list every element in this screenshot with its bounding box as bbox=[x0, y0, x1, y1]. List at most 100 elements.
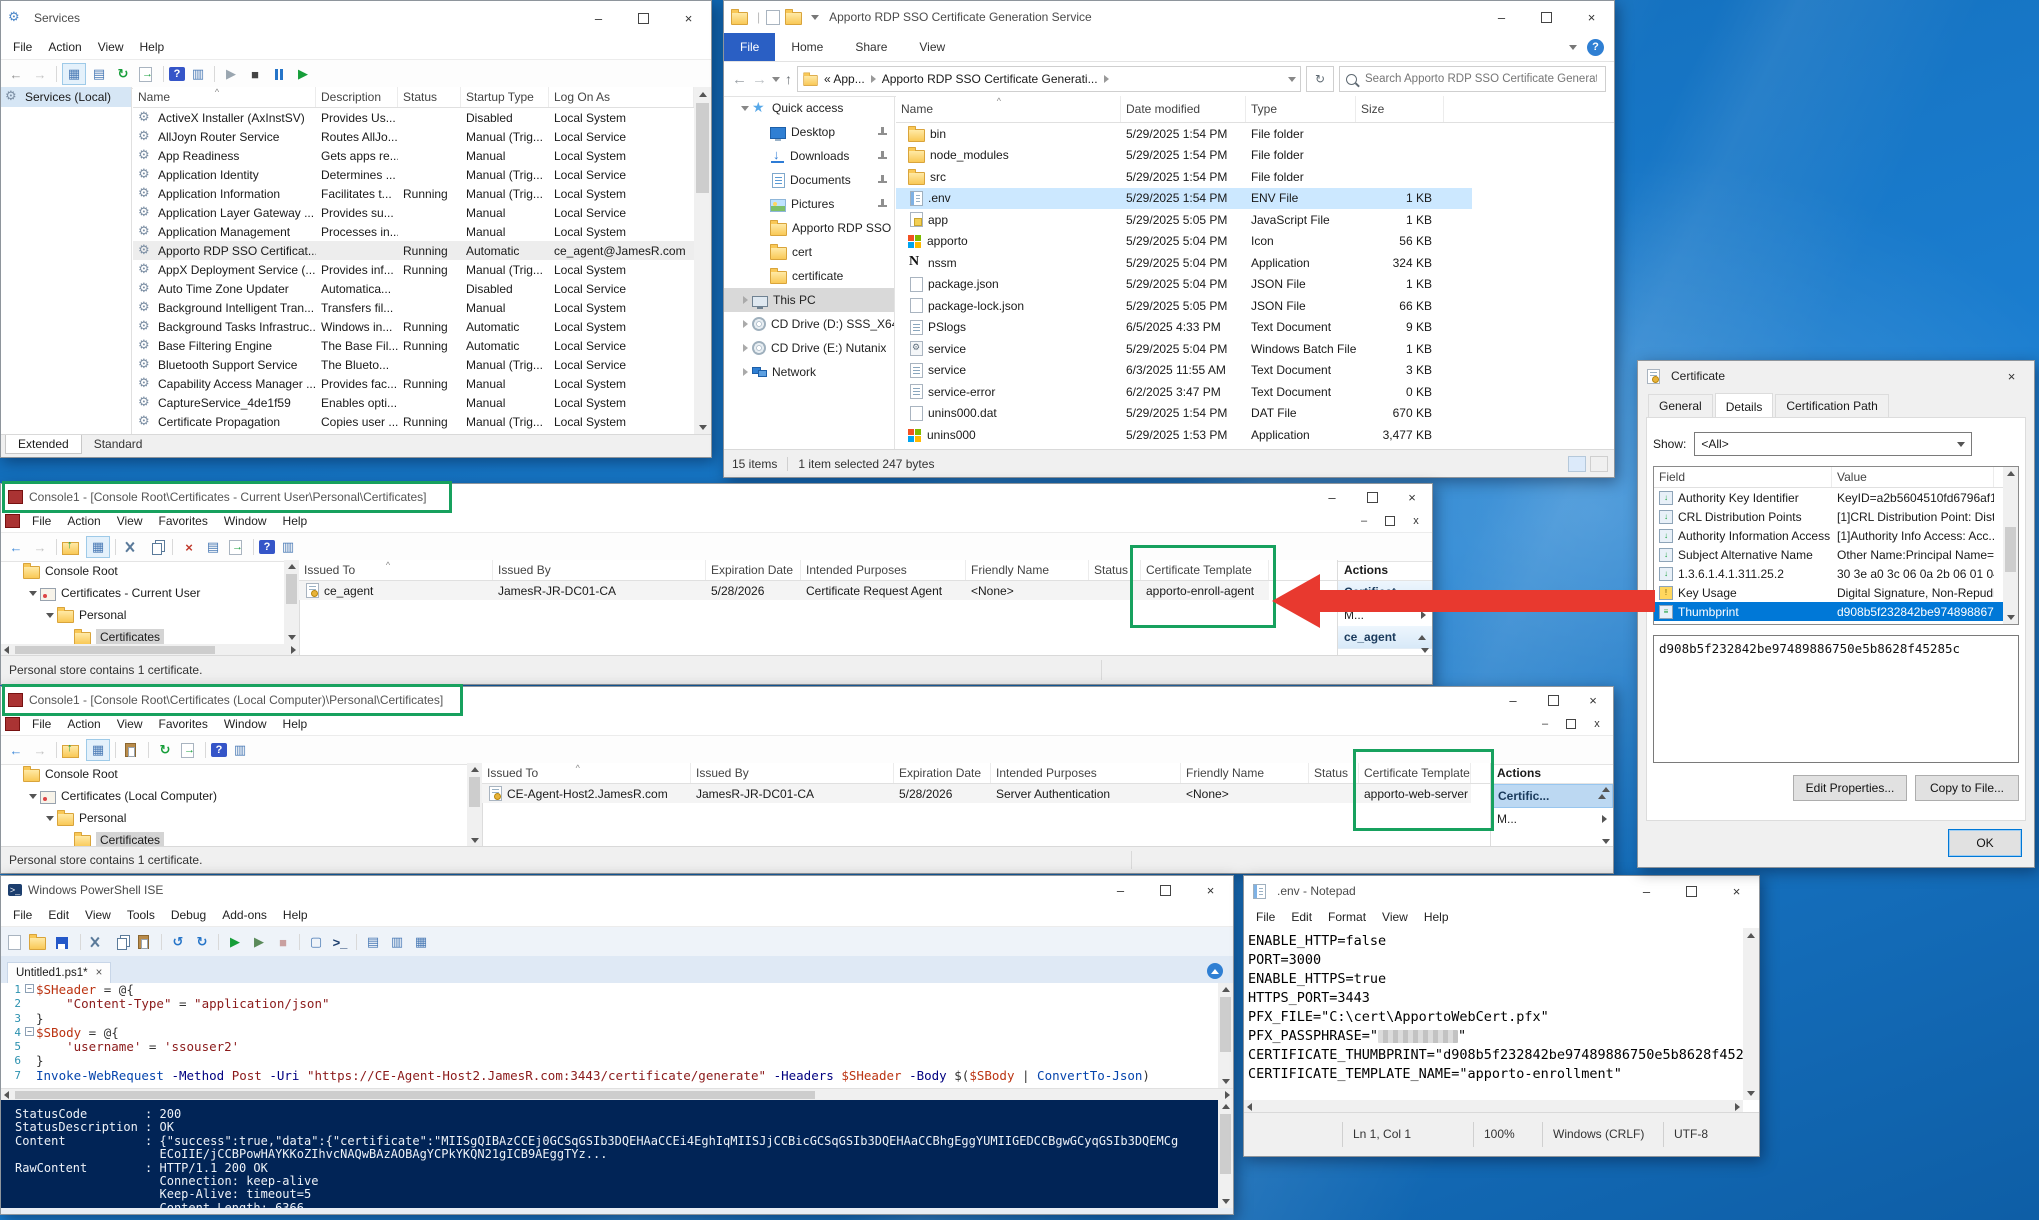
maximize-button[interactable] bbox=[1143, 876, 1188, 904]
ribbon-tab-share[interactable]: Share bbox=[839, 33, 903, 61]
field-row[interactable]: ↓Subject Alternative NameOther Name:Prin… bbox=[1654, 545, 2018, 564]
column-header-type[interactable]: Type bbox=[1246, 96, 1356, 122]
tab-close-icon[interactable]: × bbox=[96, 967, 103, 979]
tree-item-certificates-local-computer-[interactable]: Certificates (Local Computer) bbox=[1, 785, 482, 807]
menu-item-file[interactable]: File bbox=[5, 37, 40, 57]
menu-item-favorites[interactable]: Favorites bbox=[151, 714, 216, 734]
tree-item-console-root[interactable]: Console Root bbox=[1, 763, 482, 785]
search-input[interactable] bbox=[1363, 72, 1599, 86]
sidebar-item-desktop[interactable]: Desktop bbox=[724, 120, 894, 144]
tab-untitled1[interactable]: Untitled1.ps1* × bbox=[7, 962, 111, 983]
field-row[interactable]: !Key UsageDigital Signature, Non-Repudia… bbox=[1654, 583, 2018, 602]
mmc-user-tree-scrollbar[interactable] bbox=[284, 560, 299, 644]
tree-item-certificates-current-user[interactable]: Certificates - Current User bbox=[1, 582, 299, 604]
column-header-size[interactable]: Size bbox=[1356, 96, 1444, 122]
ise-console-scrollbar[interactable] bbox=[1218, 1100, 1233, 1208]
table-row[interactable]: Background Tasks Infrastruc...Windows in… bbox=[133, 317, 694, 336]
file-row[interactable]: apporto5/29/2025 5:04 PMIcon56 KB bbox=[896, 231, 1472, 253]
fold-marker-icon[interactable] bbox=[25, 983, 36, 997]
file-row[interactable]: node_modules5/29/2025 1:54 PMFile folder bbox=[896, 145, 1472, 167]
column-header-name[interactable]: Name^ bbox=[133, 87, 316, 107]
tree-item-personal[interactable]: Personal bbox=[1, 604, 299, 626]
file-row[interactable]: service6/3/2025 11:55 AMText Document3 K… bbox=[896, 360, 1472, 382]
column-header-intended-purposes[interactable]: Intended Purposes bbox=[991, 763, 1181, 783]
minimize-button[interactable]: – bbox=[1098, 876, 1143, 904]
thumbprint-textbox[interactable]: d908b5f232842be97489886750e5b8628f45285c bbox=[1653, 635, 2019, 763]
notepad-titlebar[interactable]: .env - Notepad – × bbox=[1244, 876, 1759, 906]
action-m-[interactable]: M... bbox=[1491, 808, 1613, 830]
menu-item-action[interactable]: Action bbox=[59, 511, 108, 531]
maximize-button[interactable] bbox=[1352, 484, 1392, 510]
file-row[interactable]: service5/29/2025 5:04 PMWindows Batch Fi… bbox=[896, 338, 1472, 360]
save-script-icon[interactable] bbox=[53, 932, 75, 952]
mdi-close-button[interactable]: x bbox=[1585, 715, 1609, 733]
up-one-level-icon[interactable] bbox=[62, 740, 84, 760]
column-header-certificate-template[interactable]: Certificate Template bbox=[1359, 763, 1471, 783]
mdi-close-button[interactable]: x bbox=[1404, 512, 1428, 530]
properties-icon[interactable]: ▤ bbox=[202, 537, 224, 557]
column-header-description[interactable]: Description bbox=[316, 87, 398, 107]
services-scope-item[interactable]: Services (Local) bbox=[1, 87, 131, 107]
new-script-icon[interactable] bbox=[5, 932, 27, 952]
column-header-intended-purposes[interactable]: Intended Purposes bbox=[801, 560, 966, 580]
field-row[interactable]: ↓Authority Key IdentifierKeyID=a2b560451… bbox=[1654, 488, 2018, 507]
actions-scroll-up-icon[interactable] bbox=[1602, 787, 1610, 792]
column-header-issued-by[interactable]: Issued By bbox=[691, 763, 894, 783]
mdi-restore-button[interactable] bbox=[1559, 715, 1583, 733]
console-tree-icon[interactable]: ▦ bbox=[62, 63, 86, 85]
menu-item-view[interactable]: View bbox=[1374, 907, 1416, 927]
services-scrollbar[interactable] bbox=[694, 87, 711, 435]
quick-access-check-icon[interactable] bbox=[766, 10, 780, 25]
thumbnail-view-icon[interactable] bbox=[1590, 456, 1608, 472]
minimize-button[interactable]: – bbox=[1479, 1, 1524, 33]
table-row[interactable]: Auto Time Zone UpdaterAutomatica...Disab… bbox=[133, 279, 694, 298]
notepad-scrollbar[interactable] bbox=[1743, 928, 1759, 1100]
search-box[interactable] bbox=[1339, 66, 1606, 92]
notepad-text-area[interactable]: ENABLE_HTTP=falsePORT=3000ENABLE_HTTPS=t… bbox=[1244, 928, 1743, 1104]
table-row[interactable]: Capability Access Manager ...Provides fa… bbox=[133, 374, 694, 393]
edit-properties-button[interactable]: Edit Properties... bbox=[1793, 775, 1907, 801]
help-icon[interactable]: ? bbox=[1587, 39, 1604, 56]
forward-icon[interactable]: → bbox=[29, 537, 51, 557]
details-view-icon[interactable] bbox=[1568, 456, 1586, 472]
tab-certification-path[interactable]: Certification Path bbox=[1775, 394, 1888, 417]
close-button[interactable]: × bbox=[1989, 361, 2034, 391]
file-row[interactable]: package.json5/29/2025 5:04 PMJSON File1 … bbox=[896, 274, 1472, 296]
start-service-icon[interactable]: ▶ bbox=[220, 64, 242, 84]
file-row[interactable]: PSlogs6/5/2025 4:33 PMText Document9 KB bbox=[896, 317, 1472, 339]
script-pane-top-icon[interactable]: ▤ bbox=[362, 932, 384, 952]
field-row[interactable]: ↓1.3.6.1.4.1.311.25.230 3e a0 3c 06 0a 2… bbox=[1654, 564, 2018, 583]
show-dropdown[interactable]: <All> bbox=[1694, 432, 1972, 456]
restart-service-icon[interactable]: ▶ bbox=[292, 64, 314, 84]
field-row[interactable]: ↓Authority Information Access[1]Authorit… bbox=[1654, 526, 2018, 545]
menu-item-help[interactable]: Help bbox=[275, 511, 316, 531]
ribbon-collapse-icon[interactable] bbox=[1569, 45, 1577, 50]
refresh-icon[interactable]: ↻ bbox=[112, 64, 134, 84]
run-script-icon[interactable]: ▶ bbox=[224, 932, 246, 952]
menu-item-view[interactable]: View bbox=[109, 511, 151, 531]
fold-marker-icon[interactable] bbox=[25, 1026, 36, 1040]
tree-item-personal[interactable]: Personal bbox=[1, 807, 482, 829]
tree-item-certificates[interactable]: Certificates bbox=[1, 829, 482, 847]
menu-item-edit[interactable]: Edit bbox=[40, 905, 77, 925]
extended-pane-icon[interactable]: ▥ bbox=[187, 64, 209, 84]
breadcrumb-root[interactable]: « App... bbox=[824, 72, 865, 86]
menu-item-view[interactable]: View bbox=[109, 714, 151, 734]
minimize-button[interactable]: – bbox=[1312, 484, 1352, 510]
collapse-pane-icon[interactable] bbox=[1207, 963, 1223, 979]
menu-item-tools[interactable]: Tools bbox=[119, 905, 163, 925]
sidebar-item-cd-drive-d-sss-x64[interactable]: CD Drive (D:) SSS_X64 bbox=[724, 312, 894, 336]
menu-item-help[interactable]: Help bbox=[275, 905, 316, 925]
column-header-value[interactable]: Value bbox=[1832, 467, 1994, 487]
copy-icon[interactable] bbox=[145, 537, 167, 557]
tab-general[interactable]: General bbox=[1648, 394, 1713, 417]
stop-script-icon[interactable]: ■ bbox=[272, 932, 294, 952]
undo-icon[interactable]: ↺ bbox=[167, 932, 189, 952]
column-header-name[interactable]: Name^ bbox=[896, 96, 1121, 122]
column-header-friendly-name[interactable]: Friendly Name bbox=[1181, 763, 1309, 783]
menu-item-file[interactable]: File bbox=[1248, 907, 1283, 927]
start-powershell-icon[interactable]: >_ bbox=[329, 932, 351, 952]
file-row[interactable]: bin5/29/2025 1:54 PMFile folder bbox=[896, 123, 1472, 145]
certificate-row[interactable]: ce_agentJamesR-JR-DC01-CA5/28/2026Certif… bbox=[299, 581, 1269, 600]
field-row[interactable]: ≡Thumbprintd908b5f232842be974898867... bbox=[1654, 602, 2018, 621]
